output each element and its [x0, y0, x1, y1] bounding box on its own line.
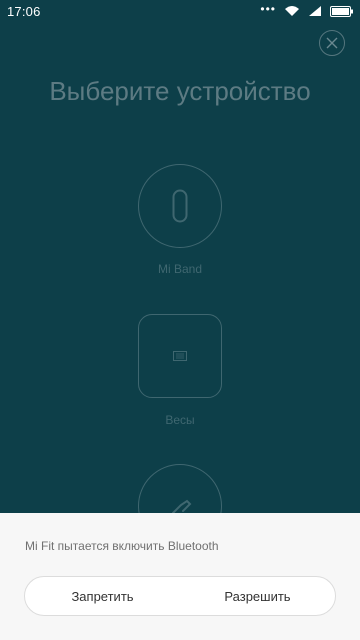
device-label-scale: Весы — [165, 413, 195, 427]
deny-button[interactable]: Запретить — [25, 577, 180, 615]
device-option-mi-band[interactable] — [138, 164, 222, 248]
status-time: 17:06 — [7, 4, 41, 19]
bluetooth-permission-dialog: Mi Fit пытается включить Bluetooth Запре… — [0, 513, 360, 640]
scale-icon — [173, 351, 187, 361]
status-bar: 17:06 ••• — [0, 0, 360, 22]
status-icons: ••• — [260, 2, 354, 19]
device-label-mi-band: Mi Band — [157, 262, 203, 276]
battery-icon — [330, 5, 353, 17]
signal-icon — [309, 6, 321, 16]
close-icon — [326, 37, 338, 49]
device-option-scale[interactable] — [138, 314, 222, 398]
dialog-actions: Запретить Разрешить — [24, 576, 336, 616]
dialog-message: Mi Fit пытается включить Bluetooth — [25, 539, 219, 553]
page-title: Выберите устройство — [49, 76, 311, 106]
allow-button[interactable]: Разрешить — [180, 577, 335, 615]
close-button[interactable] — [319, 30, 345, 56]
more-dots-icon: ••• — [260, 2, 276, 16]
band-icon — [172, 189, 188, 223]
wifi-icon — [285, 6, 299, 16]
